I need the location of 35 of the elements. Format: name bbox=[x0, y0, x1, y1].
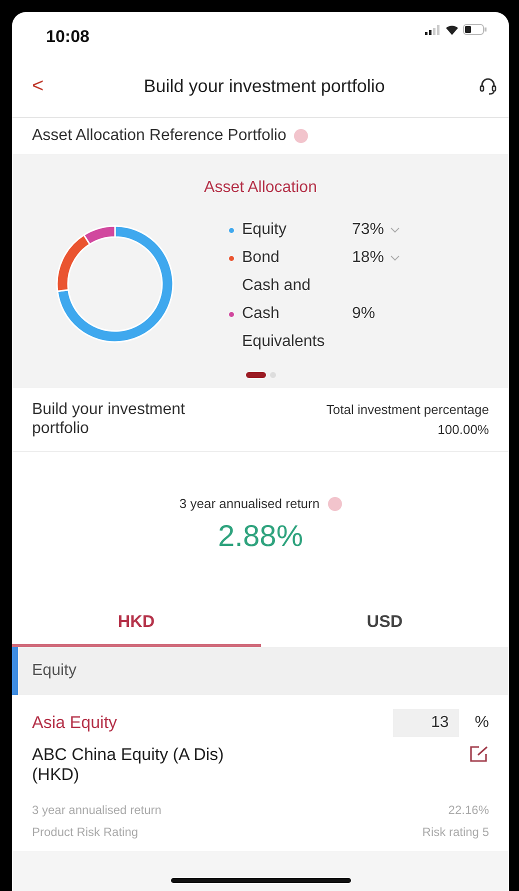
edit-icon[interactable] bbox=[469, 745, 489, 763]
total-label: Total investment percentage bbox=[326, 401, 489, 419]
detail-label: 3 year annualised return bbox=[32, 802, 162, 819]
info-icon[interactable] bbox=[294, 129, 308, 143]
back-button[interactable]: < bbox=[26, 70, 50, 100]
info-icon[interactable] bbox=[328, 496, 342, 511]
detail-value: 22.16% bbox=[448, 802, 489, 819]
section-title: Asset Allocation Reference Portfolio bbox=[32, 126, 286, 146]
category-header: Equity bbox=[12, 647, 509, 695]
legend-label: Cash and Cash Equivalents bbox=[242, 276, 326, 352]
total-value: 100.00% bbox=[436, 420, 489, 438]
legend-label: Equity bbox=[242, 220, 288, 240]
legend-value: 18% bbox=[352, 248, 384, 268]
return-value: 2.88% bbox=[216, 518, 304, 554]
clock-time: 10:08 bbox=[46, 26, 90, 48]
legend-label: Bond bbox=[242, 248, 280, 268]
headset-icon[interactable] bbox=[479, 76, 497, 94]
section-title: Build your investment portfolio bbox=[32, 400, 186, 439]
battery-icon bbox=[463, 24, 487, 35]
detail-value: Risk rating 5 bbox=[422, 824, 489, 841]
wifi-icon bbox=[445, 24, 459, 35]
category-name: Asia Equity bbox=[32, 712, 118, 734]
page-title: Build your investment portfolio bbox=[142, 74, 386, 96]
signal-icon bbox=[425, 24, 441, 34]
chevron-down-icon[interactable] bbox=[390, 255, 400, 261]
legend-value: 73% bbox=[352, 220, 384, 240]
percent-field[interactable]: 13 bbox=[392, 709, 459, 737]
legend-value: 9% bbox=[352, 304, 376, 324]
chart-title: Asset Allocation bbox=[203, 178, 318, 198]
return-label: 3 year annualised return bbox=[179, 495, 320, 513]
percent-sign: % bbox=[474, 713, 489, 733]
fund-name: ABC China Equity (A Dis) (HKD) bbox=[32, 745, 225, 785]
detail-label: Product Risk Rating bbox=[32, 824, 138, 841]
currency-tab[interactable]: USD bbox=[260, 596, 509, 647]
chevron-down-icon[interactable] bbox=[390, 227, 400, 233]
